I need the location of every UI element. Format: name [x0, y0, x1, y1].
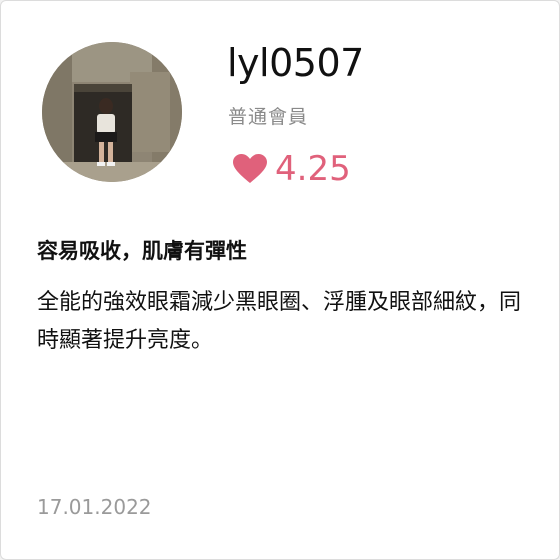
avatar-photo	[42, 42, 182, 182]
avatar[interactable]	[42, 42, 182, 182]
rating-value: 4.25	[275, 149, 351, 189]
review-title: 容易吸收，肌膚有彈性	[37, 239, 247, 263]
membership-level: 普通會員	[228, 106, 309, 128]
review-body: 全能的強效眼霜減少黑眼圈、浮腫及眼部細紋，同時顯著提升亮度。	[37, 290, 522, 353]
review-date: 17.01.2022	[37, 495, 152, 519]
rating: 4.25	[233, 149, 351, 189]
heart-icon	[233, 154, 267, 183]
review-card: lyl0507 普通會員 4.25 容易吸收，肌膚有彈性 全能的強效眼霜減少黑眼…	[0, 0, 560, 560]
username: lyl0507	[227, 41, 364, 85]
